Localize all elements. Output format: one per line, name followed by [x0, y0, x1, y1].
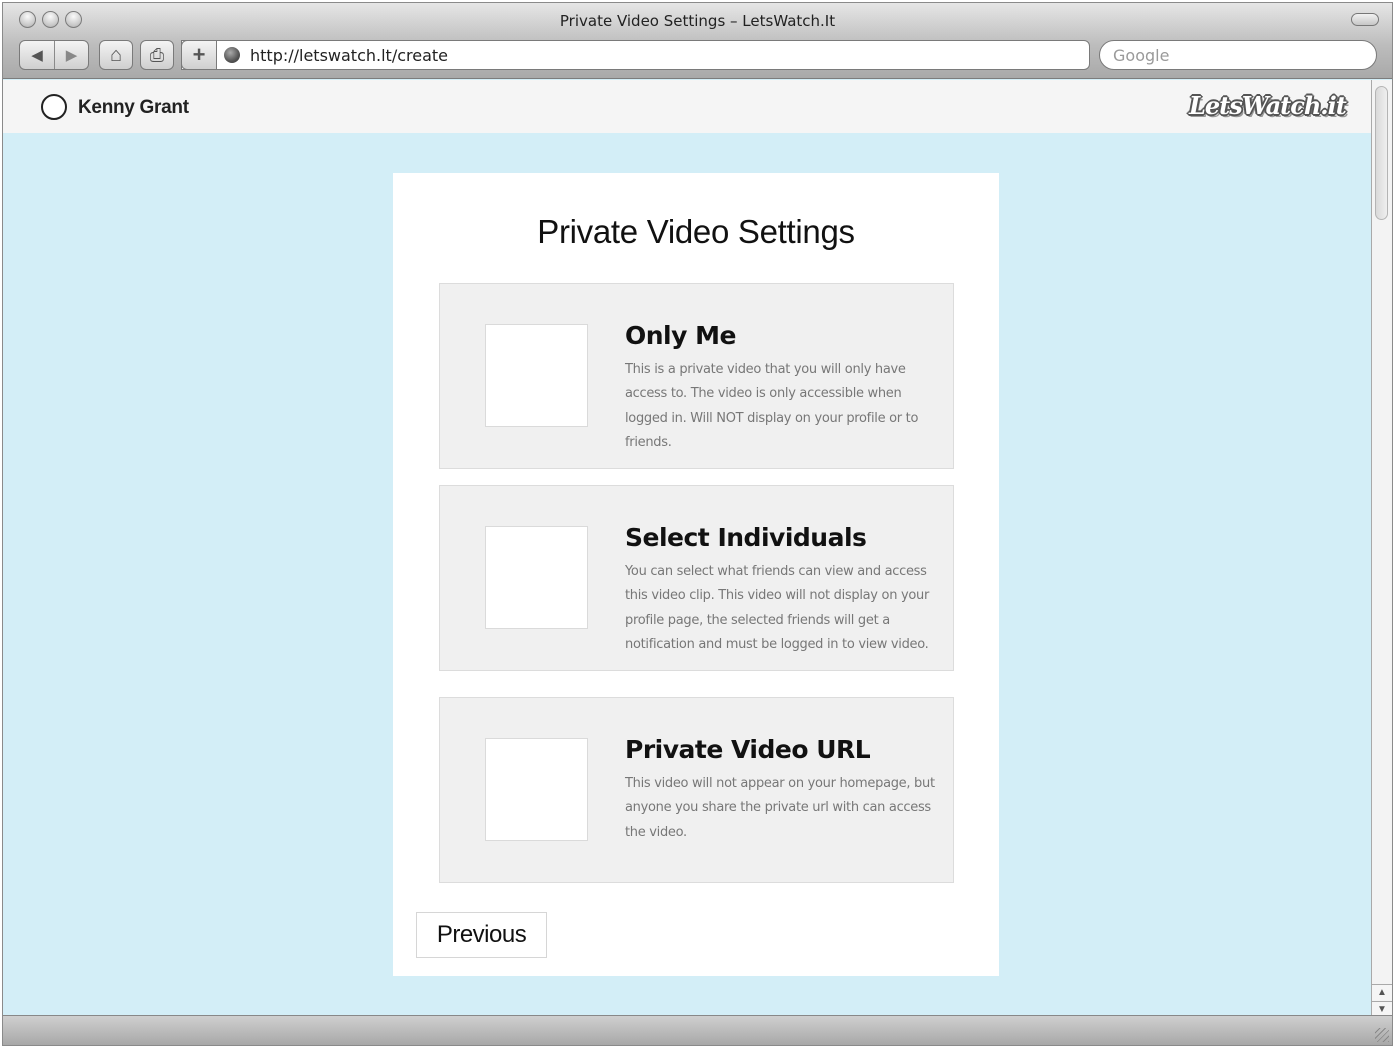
arrow-down-icon: ▼: [1377, 1004, 1387, 1015]
browser-window: Private Video Settings – LetsWatch.It ◀ …: [2, 2, 1393, 1046]
option-private-video-url[interactable]: Private Video URL This video will not ap…: [439, 697, 954, 883]
search-input[interactable]: Google: [1099, 40, 1377, 70]
scroll-up-button[interactable]: ▲: [1372, 984, 1392, 1000]
option-description: This is a private video that you will on…: [625, 362, 919, 450]
back-button[interactable]: ◀: [20, 41, 54, 69]
page-title: Private Video Settings: [537, 213, 855, 250]
option-title: Private Video URL: [625, 735, 871, 764]
url-text[interactable]: http://letswatch.lt/create: [250, 46, 448, 65]
vertical-scrollbar[interactable]: ▲ ▼: [1371, 80, 1392, 1017]
option-thumbnail: [485, 738, 588, 841]
web-page: Kenny Grant LetsWatch.it Private Video S…: [3, 80, 1372, 1017]
option-select-individuals[interactable]: Select Individuals You can select what f…: [439, 485, 954, 671]
print-button[interactable]: ⎙: [140, 40, 174, 70]
forward-arrow-icon: ▶: [65, 47, 78, 64]
option-title: Select Individuals: [625, 523, 867, 552]
status-bar: [3, 1015, 1392, 1045]
home-button[interactable]: ⌂: [99, 40, 133, 70]
back-arrow-icon: ◀: [31, 47, 43, 64]
resize-handle-icon[interactable]: [1375, 1028, 1389, 1042]
arrow-up-icon: ▲: [1377, 987, 1387, 998]
previous-button[interactable]: Previous: [416, 912, 547, 958]
print-icon: ⎙: [149, 44, 165, 65]
plus-icon: +: [192, 42, 206, 67]
option-thumbnail: [485, 526, 588, 629]
site-logo[interactable]: LetsWatch.it: [1189, 91, 1347, 120]
user-name[interactable]: Kenny Grant: [78, 97, 189, 119]
settings-card: Private Video Settings Only Me This is a…: [393, 173, 999, 976]
home-icon: ⌂: [109, 43, 123, 66]
nav-buttons: ◀ ▶: [19, 40, 89, 70]
browser-toolbar: Private Video Settings – LetsWatch.It ◀ …: [3, 3, 1392, 79]
search-placeholder: Google: [1113, 45, 1170, 65]
add-bookmark-button[interactable]: +: [181, 40, 217, 70]
forward-button[interactable]: ▶: [54, 41, 88, 69]
site-header: Kenny Grant LetsWatch.it: [3, 80, 1372, 133]
address-bar[interactable]: http://letswatch.lt/create: [181, 40, 1090, 70]
scrollbar-thumb[interactable]: [1375, 86, 1388, 220]
user-avatar[interactable]: [41, 94, 67, 120]
option-description: You can select what friends can view and…: [625, 564, 929, 652]
toolbar-toggle-button[interactable]: [1351, 13, 1379, 26]
window-title: Private Video Settings – LetsWatch.It: [559, 12, 836, 30]
globe-icon: [224, 47, 240, 63]
option-only-me[interactable]: Only Me This is a private video that you…: [439, 283, 954, 469]
option-title: Only Me: [625, 321, 736, 350]
option-description: This video will not appear on your homep…: [625, 776, 935, 840]
option-thumbnail: [485, 324, 588, 427]
